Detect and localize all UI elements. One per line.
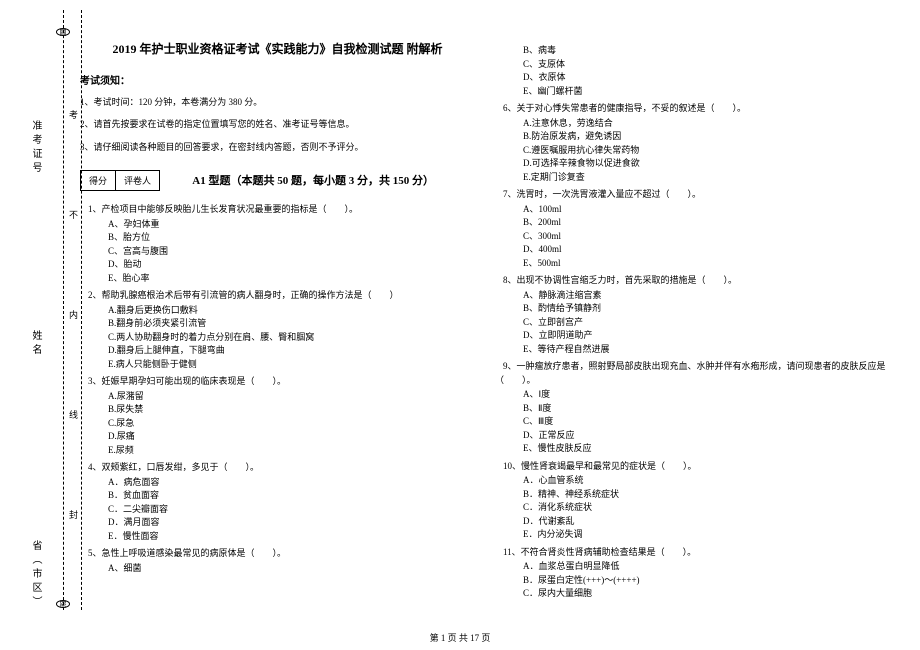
question-option: C．消化系统症状 [523, 501, 890, 515]
score-cell: 评卷人 [116, 171, 159, 190]
question-option: B.尿失禁 [108, 403, 475, 417]
question-option: B.防治原发病，避免诱因 [523, 130, 890, 144]
question: 9、一肿瘤放疗患者，照射野局部皮肤出现充血、水肿并伴有水疱形成，请问现患者的皮肤… [495, 360, 890, 387]
section-type-a1: A1 型题（本题共 50 题，每小题 3 分，共 150 分） [192, 172, 434, 188]
question-option: C、300ml [523, 230, 890, 244]
question-option: A、细菌 [108, 562, 475, 576]
question-option: C．尿内大量细胞 [523, 587, 890, 601]
question-option: B、Ⅱ度 [523, 402, 890, 416]
question-option: A．病危面容 [108, 476, 475, 490]
question: 10、慢性肾衰竭最早和最常见的症状是（ ）。 [495, 460, 890, 474]
question-option: D.尿痛 [108, 430, 475, 444]
question-option: A.尿潴留 [108, 390, 475, 404]
binding-label-name: 姓名 [28, 330, 43, 358]
binding-circ-bottom: 密 [56, 600, 70, 608]
question-option: E.定期门诊复查 [523, 171, 890, 185]
binding-char: 线 [67, 410, 80, 419]
question-option: C.遵医嘱服用抗心律失常药物 [523, 144, 890, 158]
question-option: B．尿蛋白定性(+++)～(++++) [523, 574, 890, 588]
question: 4、双颊紫红，口唇发绀，多见于（ ）。 [80, 461, 475, 475]
binding-label-region: 省（市区） [28, 540, 43, 610]
binding-label-id: 准考证号 [28, 120, 43, 176]
binding-circ-top: 圆 [56, 28, 70, 36]
question-option: A.翻身后更换伤口敷料 [108, 304, 475, 318]
question-option: A、静脉滴注缩宫素 [523, 289, 890, 303]
question: 5、急性上呼吸道感染最常见的病原体是（ ）。 [80, 547, 475, 561]
question-option: E、胎心率 [108, 272, 475, 286]
score-box: 得分 评卷人 [80, 170, 160, 191]
binding-char: 内 [67, 310, 80, 319]
binding-char: 考 [67, 110, 80, 119]
question-option: C、Ⅲ度 [523, 415, 890, 429]
question-option: E.尿频 [108, 444, 475, 458]
question-option: A．心血管系统 [523, 474, 890, 488]
question: 3、妊娠早期孕妇可能出现的临床表现是（ ）。 [80, 375, 475, 389]
question-option: B.翻身前必须夹紧引流管 [108, 317, 475, 331]
question-option: E、500ml [523, 257, 890, 271]
question-option: C．二尖瓣面容 [108, 503, 475, 517]
question: 8、出现不协调性宫缩乏力时，首先采取的措施是（ ）。 [495, 274, 890, 288]
binding-char: 不 [67, 210, 80, 219]
question-option: C、立即剖宫产 [523, 316, 890, 330]
question-option: B、胎方位 [108, 231, 475, 245]
question-option: B、酌情给予镇静剂 [523, 302, 890, 316]
question-option: E、等待产程自然进展 [523, 343, 890, 357]
question-option: D、正常反应 [523, 429, 890, 443]
question: 7、洗胃时，一次洗胃液灌入量应不超过（ ）。 [495, 188, 890, 202]
question-option: A、Ⅰ度 [523, 388, 890, 402]
question-option: C、宫高与腹围 [108, 245, 475, 259]
notice-item: 1、考试时间：120 分钟，本卷满分为 380 分。 [80, 95, 475, 109]
question-option: D、立即阴道助产 [523, 329, 890, 343]
question-option: E．内分泌失调 [523, 528, 890, 542]
question-option: D.可选择辛辣食物以促进食欲 [523, 157, 890, 171]
exam-title: 2019 年护士职业资格证考试《实践能力》自我检测试题 附解析 [80, 40, 475, 57]
notice-item: 2、请首先按要求在试卷的指定位置填写您的姓名、准考证号等信息。 [80, 117, 475, 131]
question-option: B、病毒 [523, 44, 890, 58]
question-option: A、100ml [523, 203, 890, 217]
question-option: C.尿急 [108, 417, 475, 431]
question-option: D、胎动 [108, 258, 475, 272]
question-option: A．血浆总蛋白明显降低 [523, 560, 890, 574]
question-option: E、慢性皮肤反应 [523, 442, 890, 456]
question-option: D．代谢紊乱 [523, 515, 890, 529]
question-option: D、400ml [523, 243, 890, 257]
question-option: A.注意休息，劳逸结合 [523, 117, 890, 131]
question-option: E．慢性面容 [108, 530, 475, 544]
score-cell: 得分 [81, 171, 116, 190]
question: 1、产检项目中能够反映胎儿生长发育状况最重要的指标是（ ）。 [80, 203, 475, 217]
question: 11、不符合肾炎性肾病辅助检查结果是（ ）。 [495, 546, 890, 560]
question-option: E、幽门螺杆菌 [523, 85, 890, 99]
question-option: A、孕妇体重 [108, 218, 475, 232]
question-option: D、衣原体 [523, 71, 890, 85]
question-option: C、支原体 [523, 58, 890, 72]
notice-item: 3、请仔细阅读各种题目的回答要求，在密封线内答题，否则不予评分。 [80, 140, 475, 154]
binding-char: 封 [67, 510, 80, 519]
right-column: B、病毒C、支原体D、衣原体E、幽门螺杆菌 6、关于对心悸失常患者的健康指导，不… [495, 20, 890, 601]
question-option: B．精神、神经系统症状 [523, 488, 890, 502]
question-option: D．满月面容 [108, 516, 475, 530]
question-option: B、200ml [523, 216, 890, 230]
left-column: 2019 年护士职业资格证考试《实践能力》自我检测试题 附解析 考试须知： 1、… [80, 20, 475, 601]
question: 2、帮助乳腺癌根治术后带有引流管的病人翻身时，正确的操作方法是（ ） [80, 289, 475, 303]
question-option: E.病人只能侧卧于健侧 [108, 358, 475, 372]
question: 6、关于对心悸失常患者的健康指导，不妥的叙述是（ ）。 [495, 102, 890, 116]
question-option: B．贫血面容 [108, 489, 475, 503]
question-option: C.两人协助翻身时的着力点分别在肩、腰、臀和腘窝 [108, 331, 475, 345]
page-footer: 第 1 页 共 17 页 [0, 631, 920, 644]
question-option: D.翻身后上腿伸直，下腿弯曲 [108, 344, 475, 358]
notice-heading: 考试须知： [80, 72, 475, 87]
